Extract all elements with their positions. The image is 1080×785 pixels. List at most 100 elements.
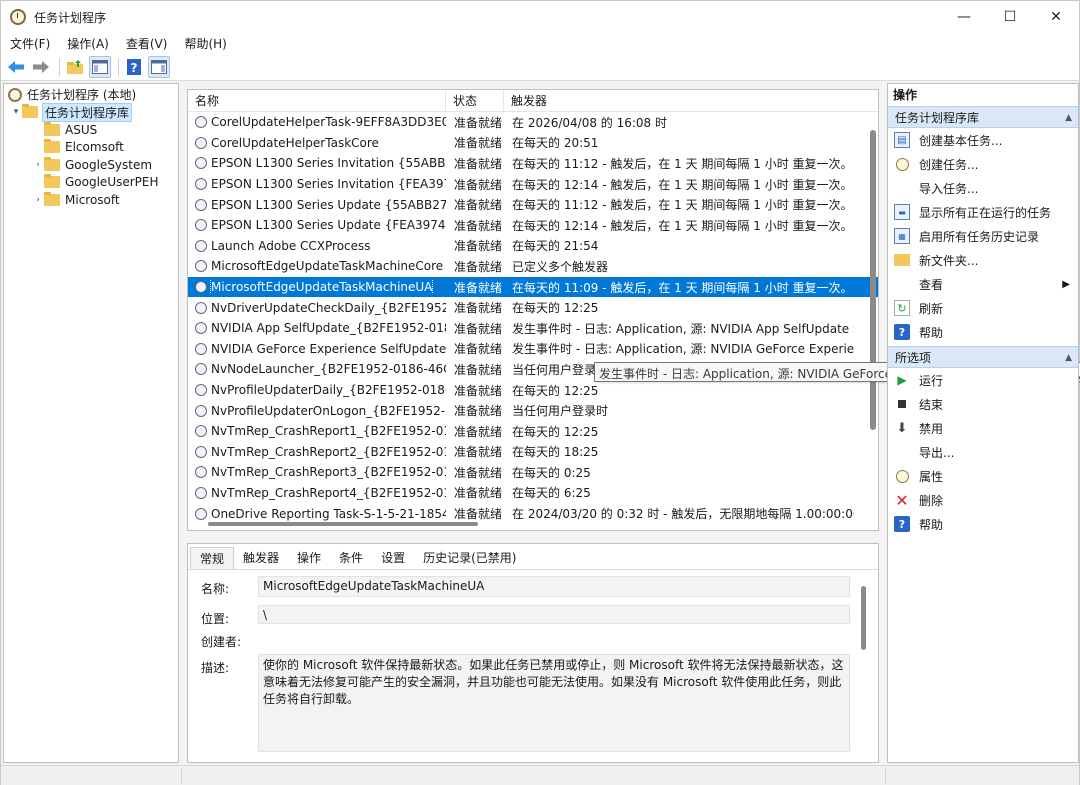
- task-row[interactable]: NvTmRep_CrashReport3_{B2FE1952-0186... 准备…: [188, 462, 878, 483]
- tree-item-googlesystem[interactable]: › GoogleSystem: [4, 156, 178, 174]
- task-list: 名称 状态 触发器 CorelUpdateHelperTask-9EFF8A3D…: [187, 89, 879, 531]
- action-item[interactable]: ? 帮助: [888, 320, 1078, 344]
- close-button[interactable]: ✕: [1033, 1, 1079, 33]
- description-field[interactable]: 使你的 Microsoft 软件保持最新状态。如果此任务已禁用或停止，则 Mic…: [258, 654, 850, 752]
- action-item[interactable]: 查看 ▶: [888, 272, 1078, 296]
- actions-header: 操作: [888, 84, 1078, 106]
- collapse-arrow-icon[interactable]: ▲: [1065, 347, 1072, 367]
- chevron-right-icon[interactable]: ›: [32, 160, 44, 170]
- task-row[interactable]: CorelUpdateHelperTask-9EFF8A3DD3E02... 准备…: [188, 112, 878, 133]
- scrollbar-thumb[interactable]: [870, 130, 876, 430]
- action-item[interactable]: 属性: [888, 464, 1078, 488]
- task-icon: [195, 178, 207, 191]
- task-list-vertical-scrollbar[interactable]: [870, 114, 876, 514]
- show-hide-action-pane-button[interactable]: [148, 55, 170, 78]
- chevron-down-icon[interactable]: ▾: [10, 107, 22, 117]
- column-header-name[interactable]: 名称: [188, 90, 446, 112]
- tree-root[interactable]: 任务计划程序 (本地): [4, 86, 178, 104]
- task-name-cell: CorelUpdateHelperTask-9EFF8A3DD3E02...: [188, 115, 446, 129]
- forward-button[interactable]: [30, 56, 52, 78]
- task-list-horizontal-scrollbar[interactable]: [208, 522, 478, 526]
- action-item[interactable]: ⬇ 禁用: [888, 416, 1078, 440]
- action-item[interactable]: ▬ 显示所有正在运行的任务: [888, 200, 1078, 224]
- task-name-cell: OneDrive Reporting Task-S-1-5-21-18544..…: [188, 507, 446, 521]
- location-field[interactable]: \: [258, 605, 850, 624]
- action-label: 创建基本任务...: [919, 133, 1003, 148]
- task-trigger: 发生事件时 - 日志: Application, 源: NVIDIA GeFor…: [512, 342, 854, 357]
- action-item[interactable]: 导入任务...: [888, 176, 1078, 200]
- name-field[interactable]: MicrosoftEdgeUpdateTaskMachineUA: [258, 576, 850, 597]
- tab-history[interactable]: 历史记录(已禁用): [414, 547, 525, 569]
- menu-file[interactable]: 文件(F): [1, 35, 58, 52]
- action-item[interactable]: ✕ 删除: [888, 488, 1078, 512]
- action-item[interactable]: 创建任务...: [888, 152, 1078, 176]
- maximize-button[interactable]: ☐: [987, 1, 1033, 33]
- back-button[interactable]: [5, 56, 27, 78]
- task-row[interactable]: EPSON L1300 Series Update {55ABB275-4...…: [188, 194, 878, 215]
- actions-section-selected[interactable]: 所选项 ▲: [888, 346, 1078, 368]
- action-item[interactable]: ▤ 创建基本任务...: [888, 128, 1078, 152]
- tree-item-library[interactable]: ▾ 任务计划程序库: [4, 102, 178, 122]
- task-row[interactable]: EPSON L1300 Series Update {FEA3974A-8...…: [188, 215, 878, 236]
- task-status: 准备就绪: [454, 136, 503, 151]
- action-item[interactable]: ↻ 刷新: [888, 296, 1078, 320]
- tree-item-microsoft[interactable]: › Microsoft: [4, 191, 178, 209]
- tree-item-asus[interactable]: ASUS: [4, 121, 178, 139]
- tab-general[interactable]: 常规: [190, 547, 235, 569]
- tree-item-googleuserpeh[interactable]: GoogleUserPEH: [4, 174, 178, 192]
- tab-triggers[interactable]: 触发器: [234, 547, 288, 569]
- chevron-right-icon[interactable]: ›: [32, 195, 44, 205]
- column-header-trigger[interactable]: 触发器: [504, 90, 870, 112]
- task-row[interactable]: NvTmRep_CrashReport4_{B2FE1952-0186... 准备…: [188, 483, 878, 504]
- task-row[interactable]: MicrosoftEdgeUpdateTaskMachineCore 准备就绪 已定…: [188, 256, 878, 277]
- tab-actions[interactable]: 操作: [288, 547, 330, 569]
- task-row[interactable]: NVIDIA GeForce Experience SelfUpdate_{..…: [188, 339, 878, 360]
- detail-scrollbar[interactable]: [861, 586, 866, 650]
- help-icon: ?: [127, 58, 141, 75]
- task-icon: [195, 507, 207, 520]
- show-hide-console-tree-button[interactable]: [89, 55, 111, 78]
- task-row[interactable]: CorelUpdateHelperTaskCore 准备就绪 在每天的 20:51: [188, 133, 878, 154]
- task-row[interactable]: NvTmRep_CrashReport2_{B2FE1952-0186... 准备…: [188, 442, 878, 463]
- task-row[interactable]: NvDriverUpdateCheckDaily_{B2FE1952-01...…: [188, 297, 878, 318]
- column-header-status[interactable]: 状态: [446, 90, 504, 112]
- window-title: 任务计划程序: [34, 10, 107, 25]
- task-status: 准备就绪: [454, 239, 503, 254]
- task-row[interactable]: NvProfileUpdaterOnLogon_{B2FE1952-01... 准…: [188, 400, 878, 421]
- actions-section-library[interactable]: 任务计划程序库 ▲: [888, 106, 1078, 128]
- action-item[interactable]: ? 帮助: [888, 512, 1078, 536]
- task-row[interactable]: Launch Adobe CCXProcess 准备就绪 在每天的 21:54: [188, 236, 878, 257]
- task-name: NvTmRep_CrashReport3_{B2FE1952-0186...: [211, 465, 446, 480]
- menu-view[interactable]: 查看(V): [117, 35, 176, 52]
- minimize-button[interactable]: —: [941, 1, 987, 33]
- menu-help[interactable]: 帮助(H): [175, 35, 234, 52]
- selected-actions-list: ▶ 运行结束 ⬇ 禁用 导出... 属性 ✕ 删除? 帮助: [888, 368, 1078, 536]
- collapse-arrow-icon[interactable]: ▲: [1065, 107, 1072, 127]
- tab-settings[interactable]: 设置: [372, 547, 414, 569]
- action-label: 帮助: [919, 517, 944, 532]
- task-trigger: 在每天的 11:12 - 触发后，在 1 天 期间每隔 1 小时 重复一次。: [512, 198, 853, 213]
- menu-action[interactable]: 操作(A): [58, 35, 117, 52]
- task-name-cell: EPSON L1300 Series Update {FEA3974A-8...: [188, 218, 446, 232]
- task-name-cell: EPSON L1300 Series Update {55ABB275-4...: [188, 198, 446, 212]
- task-row[interactable]: NvProfileUpdaterDaily_{B2FE1952-0186-4..…: [188, 380, 878, 401]
- task-row[interactable]: EPSON L1300 Series Invitation {55ABB275.…: [188, 153, 878, 174]
- task-row[interactable]: EPSON L1300 Series Invitation {FEA3974A.…: [188, 174, 878, 195]
- action-item[interactable]: ▶ 运行: [888, 368, 1078, 392]
- help-toolbar-button[interactable]: ?: [123, 56, 145, 78]
- action-item[interactable]: ▦ 启用所有任务历史记录: [888, 224, 1078, 248]
- tree-item-elcomsoft[interactable]: Elcomsoft: [4, 139, 178, 157]
- action-item[interactable]: 结束: [888, 392, 1078, 416]
- task-row[interactable]: OneDrive Reporting Task-S-1-5-21-18544..…: [188, 503, 878, 524]
- action-label: 结束: [919, 397, 944, 412]
- task-icon: [195, 239, 207, 252]
- up-folder-button[interactable]: [64, 56, 86, 78]
- task-row[interactable]: MicrosoftEdgeUpdateTaskMachineUA 准备就绪 在每天的…: [188, 276, 878, 298]
- task-row[interactable]: NVIDIA App SelfUpdate_{B2FE1952-0186-...…: [188, 318, 878, 339]
- action-item[interactable]: 新文件夹...: [888, 248, 1078, 272]
- tab-conditions[interactable]: 条件: [330, 547, 372, 569]
- task-icon: [195, 322, 207, 335]
- task-name-cell: NvNodeLauncher_{B2FE1952-0186-46C3-...: [188, 362, 446, 376]
- task-row[interactable]: NvTmRep_CrashReport1_{B2FE1952-0186... 准备…: [188, 421, 878, 442]
- action-item[interactable]: 导出...: [888, 440, 1078, 464]
